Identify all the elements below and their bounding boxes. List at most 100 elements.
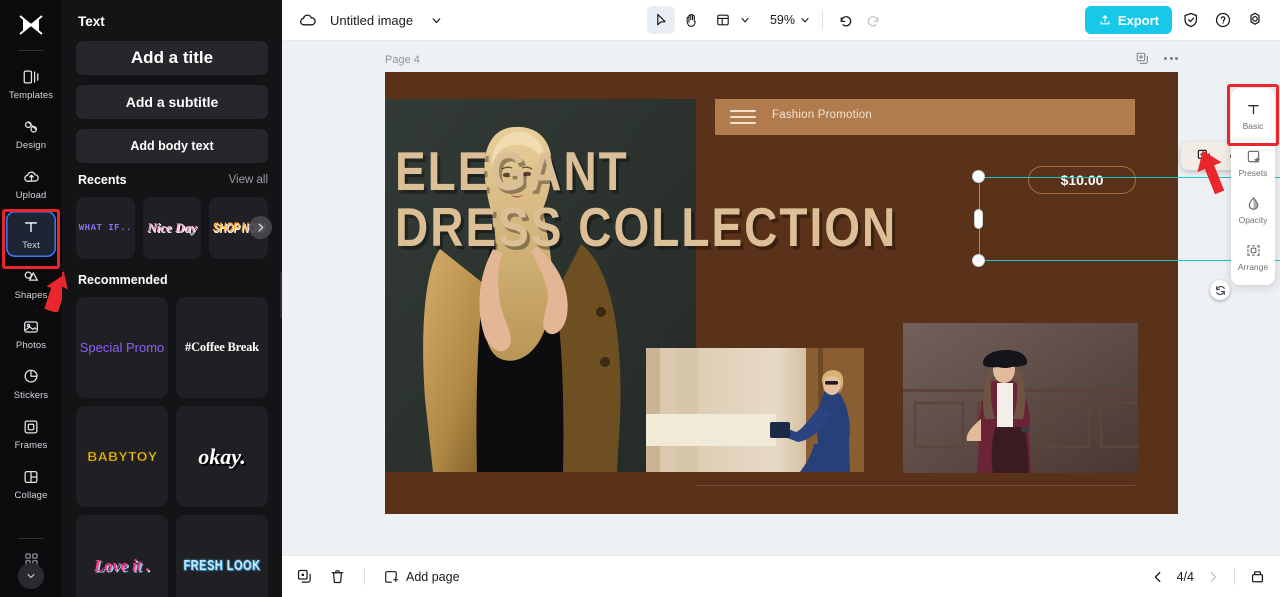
sidebar-item-label: Photos — [15, 340, 47, 351]
export-button[interactable]: Export — [1084, 6, 1172, 34]
add-title-button[interactable]: Add a title — [76, 41, 268, 75]
list-item[interactable]: okay. — [176, 406, 268, 507]
list-item[interactable]: #Coffee Break — [176, 297, 268, 398]
rpanel-item-arrange[interactable]: Arrange — [1233, 237, 1273, 277]
add-page-button[interactable]: Add page — [383, 569, 460, 585]
chevron-right-icon — [1210, 571, 1217, 582]
templates-icon — [21, 67, 41, 87]
layout-tool-button[interactable] — [707, 6, 753, 34]
gear-icon[interactable] — [1242, 7, 1268, 33]
hand-icon — [686, 13, 696, 27]
cloud-saved-icon[interactable] — [294, 7, 320, 33]
sidebar-item-frames[interactable]: Frames — [6, 411, 56, 457]
shield-check-icon[interactable] — [1178, 7, 1204, 33]
rpanel-item-basic[interactable]: Basic — [1233, 96, 1273, 136]
duplicate-page-button[interactable] — [296, 568, 313, 585]
capcut-logo[interactable] — [14, 10, 48, 40]
chevron-down-icon — [27, 573, 35, 579]
design-icon — [21, 117, 41, 137]
rotate-icon — [1215, 285, 1225, 295]
recommended-text-preview: Love it . — [93, 555, 151, 575]
list-item[interactable]: Special Promo — [76, 297, 168, 398]
layout-icon-wrap — [709, 6, 737, 34]
sidebar-item-photos[interactable]: Photos — [6, 311, 56, 357]
frames-icon — [21, 417, 41, 437]
bottombar-left-group: Add page — [296, 568, 460, 585]
list-item[interactable]: WHAT IF.. — [76, 197, 135, 259]
list-item[interactable]: BABYTOY — [76, 406, 168, 507]
sidebar-item-upload[interactable]: Upload — [6, 161, 56, 207]
recents-header: Recents View all — [78, 173, 268, 187]
photos-icon — [21, 317, 41, 337]
design-price-badge[interactable]: $10.00 — [1028, 166, 1136, 194]
recent-text-preview: Nice Day — [147, 220, 197, 235]
rotate-handle[interactable] — [1210, 280, 1230, 300]
redo-button[interactable] — [860, 7, 886, 33]
page-more-icon[interactable] — [1164, 57, 1178, 60]
design-headline-line1[interactable]: ELEGANT — [395, 144, 1015, 198]
select-tool-button[interactable] — [647, 6, 676, 34]
page-tools-group — [1135, 51, 1178, 66]
recommended-text-preview: okay. — [198, 443, 246, 469]
resize-handle-bottom-left[interactable] — [973, 255, 984, 266]
duplicate-add-icon[interactable] — [1196, 148, 1212, 164]
resize-handle-left[interactable] — [975, 210, 982, 228]
design-header-bar[interactable]: Fashion Promotion — [715, 99, 1135, 135]
sidebar-item-stickers[interactable]: Stickers — [6, 361, 56, 407]
sidebar-item-label: Collage — [14, 490, 48, 501]
delete-page-button[interactable] — [329, 568, 346, 585]
collapse-panel-handle[interactable] — [280, 272, 282, 318]
model-photo-secondary[interactable] — [646, 348, 864, 472]
recommended-text-preview: Special Promo — [79, 340, 165, 355]
design-divider-line — [695, 485, 1135, 486]
pages-grid-button[interactable] — [1249, 568, 1266, 585]
add-page-icon — [385, 570, 399, 583]
arrange-icon — [1246, 245, 1260, 256]
sidebar-item-text[interactable]: Text — [6, 211, 56, 257]
sidebar-item-label: Stickers — [13, 390, 49, 401]
design-headline-line2[interactable]: DRESS COLLECTION — [395, 200, 1155, 254]
zoom-control[interactable]: 59% — [765, 13, 813, 27]
undo-button[interactable] — [832, 7, 858, 33]
design-brand-text: Fashion Promotion — [772, 109, 872, 121]
design-artboard[interactable]: Fashion Promotion ELEGANT DRESS COLLECTI… — [385, 72, 1178, 514]
sidebar-item-templates[interactable]: Templates — [6, 61, 56, 107]
toolbar-divider — [822, 11, 824, 29]
cursor-icon — [657, 13, 667, 26]
list-item[interactable]: Love it . — [76, 515, 168, 597]
topbar-right-group: Export — [1084, 6, 1268, 34]
document-title[interactable]: Untitled image — [330, 13, 413, 28]
rail-bottom-group — [0, 538, 62, 597]
bottombar-right-group: 4/4 — [1151, 568, 1266, 585]
help-circle-icon[interactable] — [1210, 7, 1236, 33]
resize-handle-top-left[interactable] — [973, 171, 984, 182]
duplicate-page-icon[interactable] — [1135, 51, 1150, 66]
hand-tool-button[interactable] — [677, 6, 705, 34]
sidebar-item-design[interactable]: Design — [6, 111, 56, 157]
rpanel-item-label: Basic — [1242, 121, 1264, 131]
title-chevron-down-icon[interactable] — [423, 7, 449, 33]
rpanel-item-presets[interactable]: Presets — [1233, 143, 1273, 183]
upload-cloud-icon — [21, 167, 41, 187]
model-photo-tertiary[interactable] — [903, 323, 1138, 473]
export-label: Export — [1117, 12, 1159, 28]
sidebar-item-shapes[interactable]: Shapes — [6, 261, 56, 307]
canvas-area[interactable]: Page 4 Fashion Promotion ELEGANT DRESS C… — [282, 41, 1280, 555]
recents-view-all-link[interactable]: View all — [229, 174, 268, 186]
prev-page-button[interactable] — [1151, 570, 1165, 584]
sidebar-item-label: Shapes — [14, 290, 48, 301]
presets-icon — [1247, 150, 1260, 163]
recents-next-button[interactable] — [249, 216, 272, 239]
add-subtitle-button[interactable]: Add a subtitle — [76, 85, 268, 119]
sidebar-item-collage[interactable]: Collage — [6, 461, 56, 507]
expand-rail-button[interactable] — [18, 563, 44, 589]
next-page-button[interactable] — [1206, 570, 1220, 584]
add-body-text-button[interactable]: Add body text — [76, 129, 268, 163]
page-indicator: 4/4 — [1176, 569, 1194, 584]
hamburger-icon[interactable] — [730, 110, 756, 124]
list-item[interactable]: FRESH LOOK — [176, 515, 268, 597]
rpanel-item-opacity[interactable]: Opacity — [1233, 190, 1273, 230]
rpanel-item-label: Arrange — [1237, 262, 1269, 272]
list-item[interactable]: Nice Day — [142, 197, 202, 259]
layout-icon — [717, 14, 730, 26]
